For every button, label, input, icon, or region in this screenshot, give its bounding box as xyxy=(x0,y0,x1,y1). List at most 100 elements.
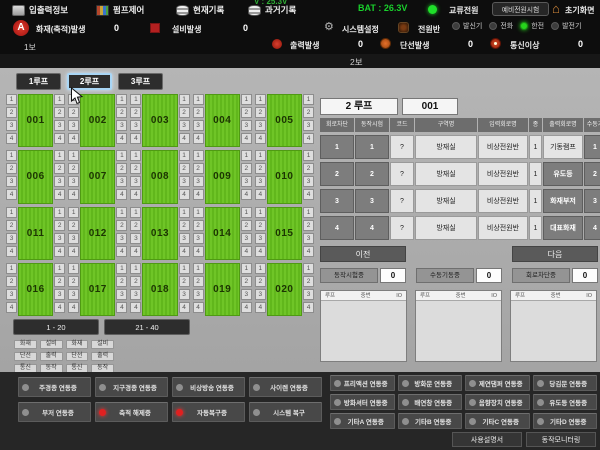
range-tab-1-20[interactable]: 1 - 20 xyxy=(13,319,99,335)
block-subpoint[interactable]: 3 xyxy=(6,289,17,300)
interlock-left1-1[interactable]: 주경종 연동중 xyxy=(18,377,91,397)
block-subpoint[interactable]: 1 xyxy=(303,150,314,161)
block-subpoint[interactable]: 2 xyxy=(193,220,204,231)
filter-button-2[interactable]: 설비 xyxy=(40,340,63,349)
block-subpoint[interactable]: 1 xyxy=(193,263,204,274)
prev-button[interactable]: 이전 xyxy=(320,246,406,262)
interlock-left1-2[interactable]: 지구경종 연동중 xyxy=(95,377,168,397)
block-subpoint[interactable]: 3 xyxy=(179,176,190,187)
block-subpoint[interactable]: 1 xyxy=(303,263,314,274)
output-circuit-cell[interactable]: 기동램프 xyxy=(543,135,583,159)
block-subpoint[interactable]: 4 xyxy=(68,189,79,200)
filter-button-7[interactable]: 단선 xyxy=(66,352,89,361)
block-subpoint[interactable]: 3 xyxy=(54,233,65,244)
block-subpoint[interactable]: 4 xyxy=(193,133,204,144)
block-subpoint[interactable]: 3 xyxy=(303,176,314,187)
interlock-left1-4[interactable]: 사이렌 연동중 xyxy=(249,377,322,397)
block-subpoint[interactable]: 1 xyxy=(130,263,141,274)
system-settings-button[interactable]: 시스템설정 xyxy=(342,24,379,35)
test-cell[interactable]: 1 xyxy=(355,135,389,159)
block-subpoint[interactable]: 3 xyxy=(241,120,252,131)
block-subpoint[interactable]: 1 xyxy=(6,263,17,274)
block-subpoint[interactable]: 1 xyxy=(193,94,204,105)
block-subpoint[interactable]: 1 xyxy=(116,150,127,161)
power-panel-button[interactable]: 전원반 xyxy=(418,24,440,35)
block-subpoint[interactable]: 4 xyxy=(54,133,65,144)
block-subpoint[interactable]: 4 xyxy=(303,133,314,144)
block-subpoint[interactable]: 1 xyxy=(116,207,127,218)
block-subpoint[interactable]: 1 xyxy=(54,207,65,218)
block-subpoint[interactable]: 2 xyxy=(54,276,65,287)
block-subpoint[interactable]: 2 xyxy=(241,107,252,118)
block-subpoint[interactable]: 2 xyxy=(54,220,65,231)
menu-pump-control[interactable]: 펌프제어 xyxy=(96,4,144,16)
block-subpoint[interactable]: 3 xyxy=(130,289,141,300)
block-subpoint[interactable]: 3 xyxy=(68,233,79,244)
block-subpoint[interactable]: 2 xyxy=(116,220,127,231)
block-subpoint[interactable]: 3 xyxy=(193,176,204,187)
interlock-left2-4[interactable]: 시스템 복구 xyxy=(249,402,322,422)
interlock-right3-1[interactable]: 기타A 연동중 xyxy=(330,413,395,429)
zone-block-015[interactable]: 12340151234 xyxy=(255,207,314,260)
block-subpoint[interactable]: 1 xyxy=(68,207,79,218)
block-subpoint[interactable]: 2 xyxy=(6,220,17,231)
block-subpoint[interactable]: 1 xyxy=(179,150,190,161)
block-subpoint[interactable]: 4 xyxy=(303,246,314,257)
next-button[interactable]: 다음 xyxy=(512,246,598,262)
zone-block-016[interactable]: 12340161234 xyxy=(6,263,65,316)
block-subpoint[interactable]: 4 xyxy=(130,246,141,257)
block-subpoint[interactable]: 1 xyxy=(54,263,65,274)
block-subpoint[interactable]: 2 xyxy=(130,163,141,174)
block-subpoint[interactable]: 1 xyxy=(130,150,141,161)
block-subpoint[interactable]: 4 xyxy=(241,189,252,200)
block-subpoint[interactable]: 3 xyxy=(241,289,252,300)
filter-button-5[interactable]: 단선 xyxy=(14,352,37,361)
block-subpoint[interactable]: 4 xyxy=(255,302,266,313)
block-subpoint[interactable]: 3 xyxy=(54,289,65,300)
interlock-right3-4[interactable]: 기타D 연동중 xyxy=(533,413,598,429)
cutoff-cell[interactable]: 1 xyxy=(320,135,354,159)
filter-button-3[interactable]: 화재 xyxy=(66,340,89,349)
block-subpoint[interactable]: 3 xyxy=(116,233,127,244)
interlock-right2-4[interactable]: 유도등 연동중 xyxy=(533,394,598,410)
block-subpoint[interactable]: 2 xyxy=(255,220,266,231)
zone-block-008[interactable]: 12340081234 xyxy=(130,150,189,203)
interlock-right1-4[interactable]: 당김문 연동중 xyxy=(533,375,598,391)
block-subpoint[interactable]: 4 xyxy=(193,189,204,200)
manual-start-cell[interactable]: 1 xyxy=(584,135,600,159)
block-subpoint[interactable]: 1 xyxy=(179,94,190,105)
block-subpoint[interactable]: 3 xyxy=(116,120,127,131)
manual-start-cell[interactable]: 3 xyxy=(584,189,600,213)
interlock-left2-3[interactable]: 자동복구중 xyxy=(172,402,245,422)
manual-start-cell[interactable]: 2 xyxy=(584,162,600,186)
zone-block-019[interactable]: 12340191234 xyxy=(193,263,252,316)
zone-block-014[interactable]: 12340141234 xyxy=(193,207,252,260)
block-subpoint[interactable]: 3 xyxy=(303,120,314,131)
block-subpoint[interactable]: 1 xyxy=(303,94,314,105)
block-subpoint[interactable]: 2 xyxy=(193,107,204,118)
test-cell[interactable]: 4 xyxy=(355,216,389,240)
block-subpoint[interactable]: 1 xyxy=(179,207,190,218)
block-subpoint[interactable]: 2 xyxy=(6,276,17,287)
block-subpoint[interactable]: 3 xyxy=(241,176,252,187)
filter-button-6[interactable]: 출력 xyxy=(40,352,63,361)
block-subpoint[interactable]: 3 xyxy=(130,176,141,187)
block-subpoint[interactable]: 4 xyxy=(116,133,127,144)
block-subpoint[interactable]: 1 xyxy=(54,94,65,105)
block-subpoint[interactable]: 2 xyxy=(255,107,266,118)
filter-button-4[interactable]: 설비 xyxy=(91,340,114,349)
zone-block-006[interactable]: 12340061234 xyxy=(6,150,65,203)
interlock-right1-2[interactable]: 방화문 연동중 xyxy=(398,375,463,391)
block-subpoint[interactable]: 2 xyxy=(303,220,314,231)
block-subpoint[interactable]: 3 xyxy=(179,233,190,244)
block-subpoint[interactable]: 3 xyxy=(255,289,266,300)
block-subpoint[interactable]: 4 xyxy=(193,302,204,313)
block-subpoint[interactable]: 1 xyxy=(54,150,65,161)
block-subpoint[interactable]: 2 xyxy=(130,276,141,287)
block-subpoint[interactable]: 2 xyxy=(6,107,17,118)
block-subpoint[interactable]: 3 xyxy=(255,176,266,187)
block-subpoint[interactable]: 4 xyxy=(179,302,190,313)
block-subpoint[interactable]: 1 xyxy=(241,263,252,274)
block-subpoint[interactable]: 1 xyxy=(179,263,190,274)
block-subpoint[interactable]: 3 xyxy=(255,120,266,131)
